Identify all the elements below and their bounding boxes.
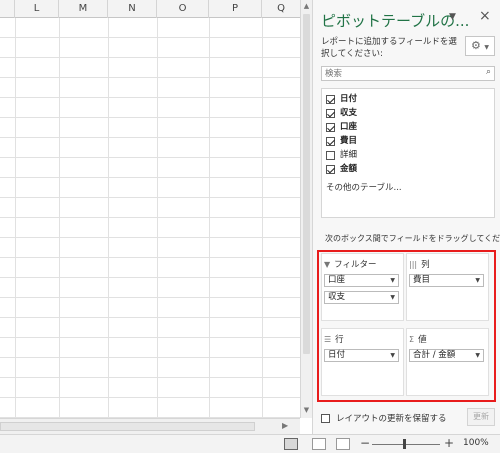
- checkbox[interactable]: [326, 164, 335, 174]
- rows-area-header: ☰ 行: [324, 333, 344, 346]
- status-bar: − + 100%: [0, 434, 500, 453]
- column-header-n[interactable]: N: [108, 0, 157, 18]
- field-label: 費目: [340, 136, 358, 146]
- field-label: 詳細: [340, 150, 358, 160]
- search-icon[interactable]: ⌕: [486, 67, 491, 77]
- field-label: 口座: [340, 122, 358, 132]
- update-button[interactable]: 更新: [467, 408, 495, 426]
- layout-settings-button[interactable]: ⚙ ▼: [465, 36, 495, 56]
- worksheet[interactable]: L M N O P Q: [0, 0, 300, 418]
- zoom-level[interactable]: 100%: [463, 438, 489, 448]
- column-header-m[interactable]: M: [59, 0, 108, 18]
- filters-area-header: ▼ フィルター: [324, 258, 377, 271]
- drag-hint: 次のボックス間でフィールドをドラッグしてください:: [325, 234, 500, 243]
- rows-area-label: 行: [335, 335, 344, 345]
- field-item-income-expense[interactable]: 収支: [326, 106, 357, 120]
- columns-area-header: ||| 列: [409, 258, 430, 271]
- zoom-slider-thumb[interactable]: [403, 439, 406, 449]
- checkbox[interactable]: [326, 94, 335, 104]
- field-label: 日付: [340, 94, 358, 104]
- zoom-in-button[interactable]: +: [444, 436, 454, 450]
- pivot-fields-pane: ピボットテーブルの... ▼ × レポートに追加するフィールドを選択してください…: [312, 0, 500, 434]
- defer-layout-update[interactable]: レイアウトの更新を保留する: [321, 412, 447, 424]
- column-headers: L M N O P Q: [0, 0, 300, 18]
- vertical-scroll-thumb[interactable]: [303, 14, 310, 354]
- page-break-view-button[interactable]: [336, 438, 350, 450]
- field-label: 金額: [340, 164, 358, 174]
- values-area-label: 値: [418, 335, 427, 345]
- gear-icon: ⚙: [471, 39, 481, 52]
- filter-chip-income-expense[interactable]: 収支 ▼: [324, 291, 399, 304]
- chip-label: 口座: [328, 275, 346, 285]
- column-header-q[interactable]: Q: [262, 0, 300, 18]
- column-chip-category[interactable]: 費目 ▼: [409, 274, 484, 287]
- column-header-o[interactable]: O: [157, 0, 209, 18]
- columns-area-label: 列: [421, 260, 430, 270]
- values-area-header: Σ値: [409, 333, 427, 346]
- field-item-date[interactable]: 日付: [326, 92, 357, 106]
- page-layout-view-button[interactable]: [312, 438, 326, 450]
- chevron-down-icon[interactable]: ▼: [390, 292, 395, 303]
- column-header-k[interactable]: [0, 0, 15, 18]
- checkbox[interactable]: [326, 136, 335, 146]
- chevron-down-icon[interactable]: ▼: [390, 350, 395, 361]
- vertical-scrollbar[interactable]: ▲ ▼: [300, 0, 312, 418]
- filters-area[interactable]: ▼ フィルター 口座 ▼ 収支 ▼: [321, 253, 404, 321]
- pane-options-dropdown-icon[interactable]: ▼: [449, 12, 456, 22]
- chip-label: 合計 / 金額: [413, 350, 456, 360]
- field-list: 日付 収支 口座 費目 詳細 金額 その他のテーブル...: [321, 88, 495, 218]
- zoom-slider[interactable]: [372, 444, 440, 445]
- column-header-l[interactable]: L: [15, 0, 59, 18]
- cell-grid[interactable]: [0, 18, 300, 418]
- checkbox[interactable]: [326, 122, 335, 132]
- chevron-down-icon[interactable]: ▼: [475, 275, 480, 286]
- chip-label: 収支: [328, 292, 346, 302]
- rows-area[interactable]: ☰ 行 日付 ▼: [321, 328, 404, 396]
- pane-title: ピボットテーブルの...: [321, 12, 470, 30]
- field-label: 収支: [340, 108, 358, 118]
- filter-icon: ▼: [324, 259, 331, 269]
- checkbox[interactable]: [326, 150, 335, 160]
- scroll-down-icon[interactable]: ▼: [301, 404, 312, 416]
- normal-view-button[interactable]: [284, 438, 298, 450]
- chevron-down-icon[interactable]: ▼: [475, 350, 480, 361]
- pane-description: レポートに追加するフィールドを選択してください:: [321, 37, 457, 59]
- more-tables-link[interactable]: その他のテーブル...: [326, 181, 402, 193]
- sigma-icon: Σ: [409, 334, 415, 344]
- chevron-down-icon: ▼: [484, 44, 489, 51]
- rows-icon: ☰: [324, 334, 332, 344]
- close-icon[interactable]: ×: [479, 8, 491, 24]
- chevron-down-icon[interactable]: ▼: [390, 275, 395, 286]
- filters-area-label: フィルター: [334, 260, 377, 270]
- search-input[interactable]: [322, 67, 477, 80]
- horizontal-scrollbar[interactable]: ▶: [0, 418, 300, 434]
- field-item-amount[interactable]: 金額: [326, 162, 357, 176]
- field-item-account[interactable]: 口座: [326, 120, 357, 134]
- columns-icon: |||: [409, 259, 418, 269]
- filter-chip-account[interactable]: 口座 ▼: [324, 274, 399, 287]
- chip-label: 日付: [328, 350, 346, 360]
- columns-area[interactable]: ||| 列 費目 ▼: [406, 253, 489, 321]
- horizontal-scroll-thumb[interactable]: [0, 422, 255, 431]
- value-chip-sum-amount[interactable]: 合計 / 金額 ▼: [409, 349, 484, 362]
- checkbox[interactable]: [326, 108, 335, 118]
- zoom-out-button[interactable]: −: [360, 436, 370, 450]
- scroll-right-icon[interactable]: ▶: [282, 421, 288, 430]
- field-item-category[interactable]: 費目: [326, 134, 357, 148]
- defer-checkbox[interactable]: [321, 413, 330, 423]
- field-search-box[interactable]: ⌕: [321, 66, 495, 81]
- defer-label: レイアウトの更新を保留する: [336, 414, 447, 424]
- chip-label: 費目: [413, 275, 431, 285]
- field-item-details[interactable]: 詳細: [326, 148, 357, 162]
- row-chip-date[interactable]: 日付 ▼: [324, 349, 399, 362]
- column-header-p[interactable]: P: [209, 0, 262, 18]
- scroll-up-icon[interactable]: ▲: [301, 0, 312, 12]
- values-area[interactable]: Σ値 合計 / 金額 ▼: [406, 328, 489, 396]
